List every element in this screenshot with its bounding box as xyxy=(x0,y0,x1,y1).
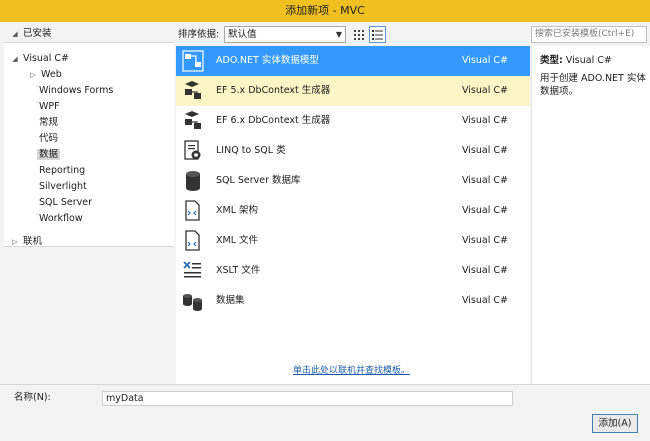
template-name: 数据集 xyxy=(216,295,245,306)
template-language: Visual C# xyxy=(462,55,508,66)
template-language: Visual C# xyxy=(462,115,508,126)
dataset-icon xyxy=(183,294,202,311)
tree-node-silverlight[interactable]: Silverlight xyxy=(39,179,87,195)
xml-schema-icon xyxy=(185,200,200,221)
tree-installed-header[interactable]: ◢ 已安装 xyxy=(4,25,174,42)
chevron-down-icon: ▼ xyxy=(335,30,342,39)
template-language: Visual C# xyxy=(462,85,508,96)
template-name: EF 5.x DbContext 生成器 xyxy=(216,85,331,96)
template-name: XML 文件 xyxy=(216,235,259,246)
collapse-arrow-icon[interactable]: ◢ xyxy=(10,51,20,67)
template-name: ADO.NET 实体数据模型 xyxy=(216,55,319,66)
divider xyxy=(0,384,650,385)
dbcontext-generator-icon xyxy=(185,81,201,99)
tree-node-label: 数据 xyxy=(37,149,61,160)
tree-node-code[interactable]: 代码 xyxy=(39,131,58,147)
template-item-sql-server-database[interactable]: SQL Server 数据库 Visual C# xyxy=(176,166,530,196)
tree-node-label: Windows Forms xyxy=(39,85,114,96)
tree-node-label: WPF xyxy=(39,101,60,112)
template-item-ado-net-entity-model[interactable]: ADO.NET 实体数据模型 Visual C# xyxy=(176,46,530,76)
xml-file-icon xyxy=(185,230,200,251)
template-name: XSLT 文件 xyxy=(216,265,261,276)
tree-node-label: 联机 xyxy=(23,236,43,247)
list-view-button[interactable] xyxy=(369,26,386,43)
template-details-pane: 类型: Visual C# 用于创建 ADO.NET 实体数据项。 xyxy=(531,46,650,384)
find-templates-online-link[interactable]: 单击此处以联机并查找模板。 xyxy=(293,363,410,376)
template-item-ef6-dbcontext[interactable]: EF 6.x DbContext 生成器 Visual C# xyxy=(176,106,530,136)
template-language: Visual C# xyxy=(462,265,508,276)
template-toolbar: 排序依据: 默认值 ▼ xyxy=(176,26,531,44)
collapse-arrow-icon[interactable]: ◢ xyxy=(10,26,20,43)
item-name-value: myData xyxy=(106,393,144,404)
grid-view-icon xyxy=(354,30,364,40)
medium-icons-view-button[interactable] xyxy=(350,26,367,43)
details-type-key: 类型: xyxy=(540,55,563,66)
template-name: EF 6.x DbContext 生成器 xyxy=(216,115,331,126)
tree-node-wpf[interactable]: WPF xyxy=(39,99,60,115)
list-view-icon xyxy=(372,30,383,40)
template-list: ADO.NET 实体数据模型 Visual C# EF 5.x DbContex… xyxy=(176,46,530,384)
details-type-value: Visual C# xyxy=(565,55,612,66)
tree-node-visual-csharp[interactable]: ◢ Visual C# xyxy=(10,51,69,67)
sort-value: 默认值 xyxy=(228,29,257,40)
sort-label: 排序依据: xyxy=(178,29,220,40)
template-item-xml-schema[interactable]: XML 架构 Visual C# xyxy=(176,196,530,226)
template-item-linq-to-sql[interactable]: LINQ to SQL 类 Visual C# xyxy=(176,136,530,166)
entity-model-icon xyxy=(182,50,204,72)
tree-node-label: 常规 xyxy=(39,117,59,128)
template-search-input[interactable]: 搜索已安装模板(Ctrl+E) xyxy=(531,26,647,43)
category-pane: ◢ 已安装 ◢ Visual C# ▷ Web Windows Forms WP… xyxy=(4,22,174,384)
tree-node-label: Workflow xyxy=(39,213,83,224)
template-language: Visual C# xyxy=(462,175,508,186)
linq-to-sql-icon xyxy=(184,140,201,160)
tree-node-online[interactable]: ▷ 联机 xyxy=(4,234,42,250)
template-name: XML 架构 xyxy=(216,205,259,216)
template-language: Visual C# xyxy=(462,295,508,306)
tree-node-label: Web xyxy=(41,69,62,80)
tree-node-label: SQL Server xyxy=(39,197,92,208)
tree-node-label: Reporting xyxy=(39,165,86,176)
template-item-xslt-file[interactable]: XSLT 文件 Visual C# xyxy=(176,256,530,286)
template-item-dataset[interactable]: 数据集 Visual C# xyxy=(176,286,530,316)
item-name-input[interactable]: myData xyxy=(102,391,513,406)
tree-node-workflow[interactable]: Workflow xyxy=(39,211,83,227)
installed-label: 已安装 xyxy=(23,28,52,39)
tree-node-reporting[interactable]: Reporting xyxy=(39,163,85,179)
tree-node-label: Silverlight xyxy=(39,181,87,192)
details-description: 用于创建 ADO.NET 实体数据项。 xyxy=(540,73,646,97)
search-placeholder: 搜索已安装模板(Ctrl+E) xyxy=(535,29,635,39)
tree-node-label: 代码 xyxy=(39,133,59,144)
template-item-ef5-dbcontext[interactable]: EF 5.x DbContext 生成器 Visual C# xyxy=(176,76,530,106)
dialog-client: ◢ 已安装 ◢ Visual C# ▷ Web Windows Forms WP… xyxy=(0,22,650,441)
database-icon xyxy=(186,171,200,191)
tree-node-web[interactable]: ▷ Web xyxy=(28,67,62,83)
tree-node-sql-server[interactable]: SQL Server xyxy=(39,195,92,211)
dbcontext-generator-icon xyxy=(185,111,201,129)
template-language: Visual C# xyxy=(462,235,508,246)
expand-arrow-icon[interactable]: ▷ xyxy=(28,67,38,83)
template-language: Visual C# xyxy=(462,205,508,216)
category-tree: ◢ Visual C# ▷ Web Windows Forms WPF 常规 代… xyxy=(4,42,174,247)
sort-dropdown[interactable]: 默认值 ▼ xyxy=(224,26,346,43)
template-name: SQL Server 数据库 xyxy=(216,175,301,186)
name-label: 名称(N): xyxy=(14,392,51,403)
tree-node-label: Visual C# xyxy=(23,53,70,64)
template-name: LINQ to SQL 类 xyxy=(216,145,286,156)
template-item-xml-file[interactable]: XML 文件 Visual C# xyxy=(176,226,530,256)
tree-node-windows-forms[interactable]: Windows Forms xyxy=(39,83,113,99)
add-button[interactable]: 添加(A) xyxy=(592,414,638,433)
details-type-row: 类型: Visual C# xyxy=(540,52,650,66)
window-title: 添加新项 - MVC xyxy=(0,0,650,22)
tree-node-data[interactable]: 数据 xyxy=(37,147,61,163)
tree-node-general[interactable]: 常规 xyxy=(39,115,58,131)
expand-arrow-icon[interactable]: ▷ xyxy=(10,234,20,250)
xslt-file-icon xyxy=(183,261,201,278)
template-language: Visual C# xyxy=(462,145,508,156)
